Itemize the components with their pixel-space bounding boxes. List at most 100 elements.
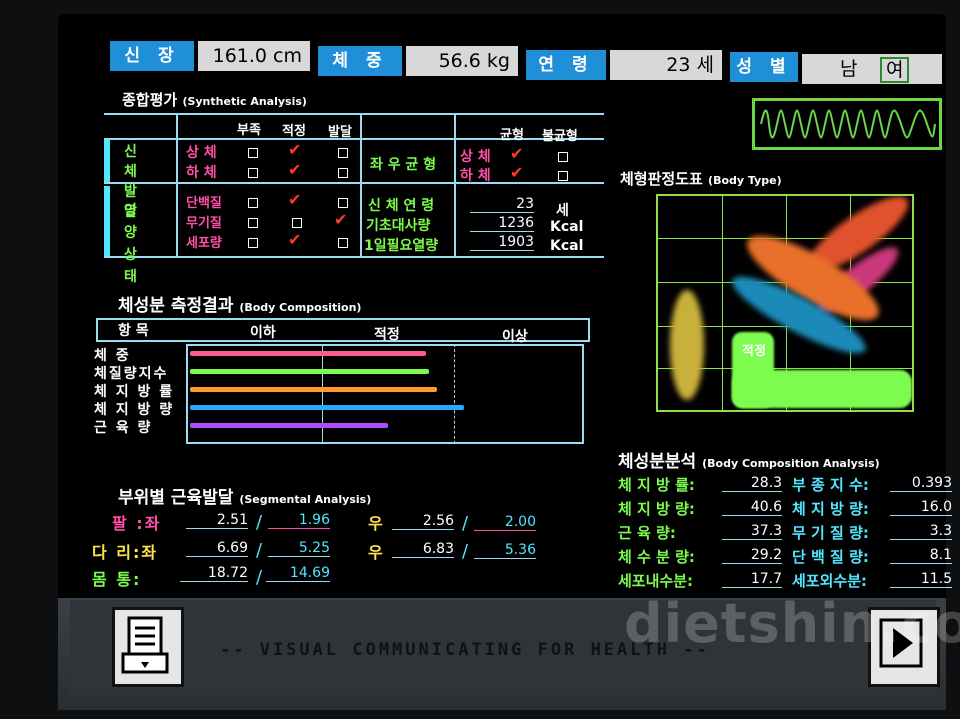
body-age-unit: 세 [556, 203, 569, 219]
check-icon: ✔ [288, 140, 302, 159]
checkbox [338, 198, 348, 208]
checkbox [292, 218, 302, 228]
bca-left-value: 40.6 [722, 499, 782, 516]
balance-lower: 하 체 [460, 168, 491, 184]
print-button[interactable] [112, 607, 184, 687]
check-icon: ✔ [288, 190, 302, 209]
arm-right-total: 2.56 [392, 513, 454, 530]
bca-left-value: 17.7 [722, 571, 782, 588]
slash-divider: / [256, 567, 263, 588]
row-marker [104, 140, 110, 182]
bca-right-label: 무 기 질 량: [792, 524, 869, 542]
weight-value: 56.6 kg [406, 46, 518, 76]
checkbox [248, 218, 258, 228]
col-normal: 적정 [282, 124, 306, 139]
bca-left-label: 근 육 량: [618, 524, 676, 542]
trunk-muscle: 14.69 [266, 565, 330, 582]
bca-left-value: 37.3 [722, 523, 782, 540]
bca-right-label: 단 백 질 량: [792, 548, 869, 566]
divider [176, 115, 178, 257]
daily-energy-unit: Kcal [550, 238, 584, 254]
checkbox [248, 238, 258, 248]
checkbox [338, 148, 348, 158]
composition-row-label: 근 육 량 [94, 420, 153, 436]
synthetic-subtitle: (Synthetic Analysis) [182, 95, 307, 108]
waveform-display [752, 98, 942, 150]
nutrition-label: 영 양 상 태 [124, 203, 145, 285]
height-label: 신 장 [110, 41, 194, 71]
leg-left-total: 6.69 [186, 540, 248, 557]
bca-subtitle: (Body Composition Analysis) [702, 457, 880, 470]
sex-male: 남 [840, 58, 858, 80]
leg-right-total: 6.83 [392, 541, 454, 558]
weight-label: 체 중 [318, 46, 402, 76]
checkbox [338, 168, 348, 178]
col-imbalance: 불균형 [542, 129, 578, 144]
divider [104, 256, 604, 258]
trunk-label: 몸 통: [92, 570, 142, 589]
col-under: 이하 [250, 325, 276, 341]
composition-row-label: 체 중 [94, 348, 131, 364]
bmr-value: 1236 [470, 215, 534, 232]
daily-energy-value: 1903 [470, 234, 534, 251]
zone-normal-label: 적정 [742, 344, 766, 359]
printer-icon [121, 616, 169, 674]
zone-yellow [670, 290, 704, 400]
leg-right-label: 우 [368, 543, 383, 562]
slash-divider: / [462, 541, 469, 562]
bca-left-label: 세포내수분: [618, 572, 693, 590]
composition-row-label: 체 지 방 률 [94, 384, 175, 400]
divider [360, 115, 362, 257]
check-icon: ✔ [510, 144, 524, 163]
checkbox [248, 168, 258, 178]
check-icon: ✔ [288, 160, 302, 179]
checkbox [248, 198, 258, 208]
nut-cell: 세포량 [186, 236, 222, 251]
waveform-icon [760, 109, 936, 139]
segmental-title-text: 부위별 근육발달 [118, 488, 234, 508]
slash-divider: / [462, 513, 469, 534]
leg-right-muscle: 5.36 [474, 542, 536, 559]
arm-right-muscle: 2.00 [474, 514, 536, 531]
composition-bar [190, 351, 426, 356]
row-marker [104, 186, 110, 256]
composition-title: 체성분 측정결과 (Body Composition) [118, 291, 361, 316]
balance-upper: 상 체 [460, 149, 491, 165]
composition-bar [190, 405, 464, 410]
arm-left-muscle: 1.96 [268, 512, 330, 529]
composition-bar [190, 369, 429, 374]
composition-subtitle: (Body Composition) [239, 301, 362, 314]
body-type-subtitle: (Body Type) [708, 174, 782, 187]
grid-line [722, 196, 723, 410]
col-item: 항 목 [118, 323, 149, 339]
arm-right-label: 우 [368, 514, 383, 533]
sex-female-selected: 여 [880, 57, 910, 83]
check-icon: ✔ [334, 210, 348, 229]
bca-left-label: 체 지 방 량: [618, 500, 695, 518]
check-icon: ✔ [288, 230, 302, 249]
bca-left-value: 28.3 [722, 475, 782, 492]
bca-right-label: 세포외수분: [792, 572, 867, 590]
composition-chart [186, 344, 584, 444]
body-type-chart: 적정 [656, 194, 914, 412]
col-high: 발달 [328, 125, 352, 140]
balance-label: 좌 우 균 형 [370, 157, 437, 173]
range-divider [454, 344, 455, 444]
daily-energy-label: 1일필요열량 [364, 238, 439, 254]
slash-divider: / [256, 540, 263, 561]
bmr-unit: Kcal [550, 219, 584, 235]
col-balance: 균형 [500, 128, 524, 143]
age-label: 연 령 [526, 50, 606, 80]
bmr-label: 기초대사량 [366, 218, 431, 234]
range-divider [322, 344, 323, 444]
composition-title-text: 체성분 측정결과 [118, 296, 234, 316]
trunk-total: 18.72 [180, 565, 248, 582]
synthetic-title-text: 종합평가 [122, 91, 178, 109]
divider [104, 182, 604, 184]
divider [454, 115, 456, 257]
check-icon: ✔ [510, 163, 524, 182]
bca-left-label: 체 수 분 량: [618, 548, 695, 566]
composition-row-label: 체 지 방 량 [94, 402, 175, 418]
synthetic-title: 종합평가 (Synthetic Analysis) [122, 89, 307, 110]
composition-bar [190, 387, 437, 392]
